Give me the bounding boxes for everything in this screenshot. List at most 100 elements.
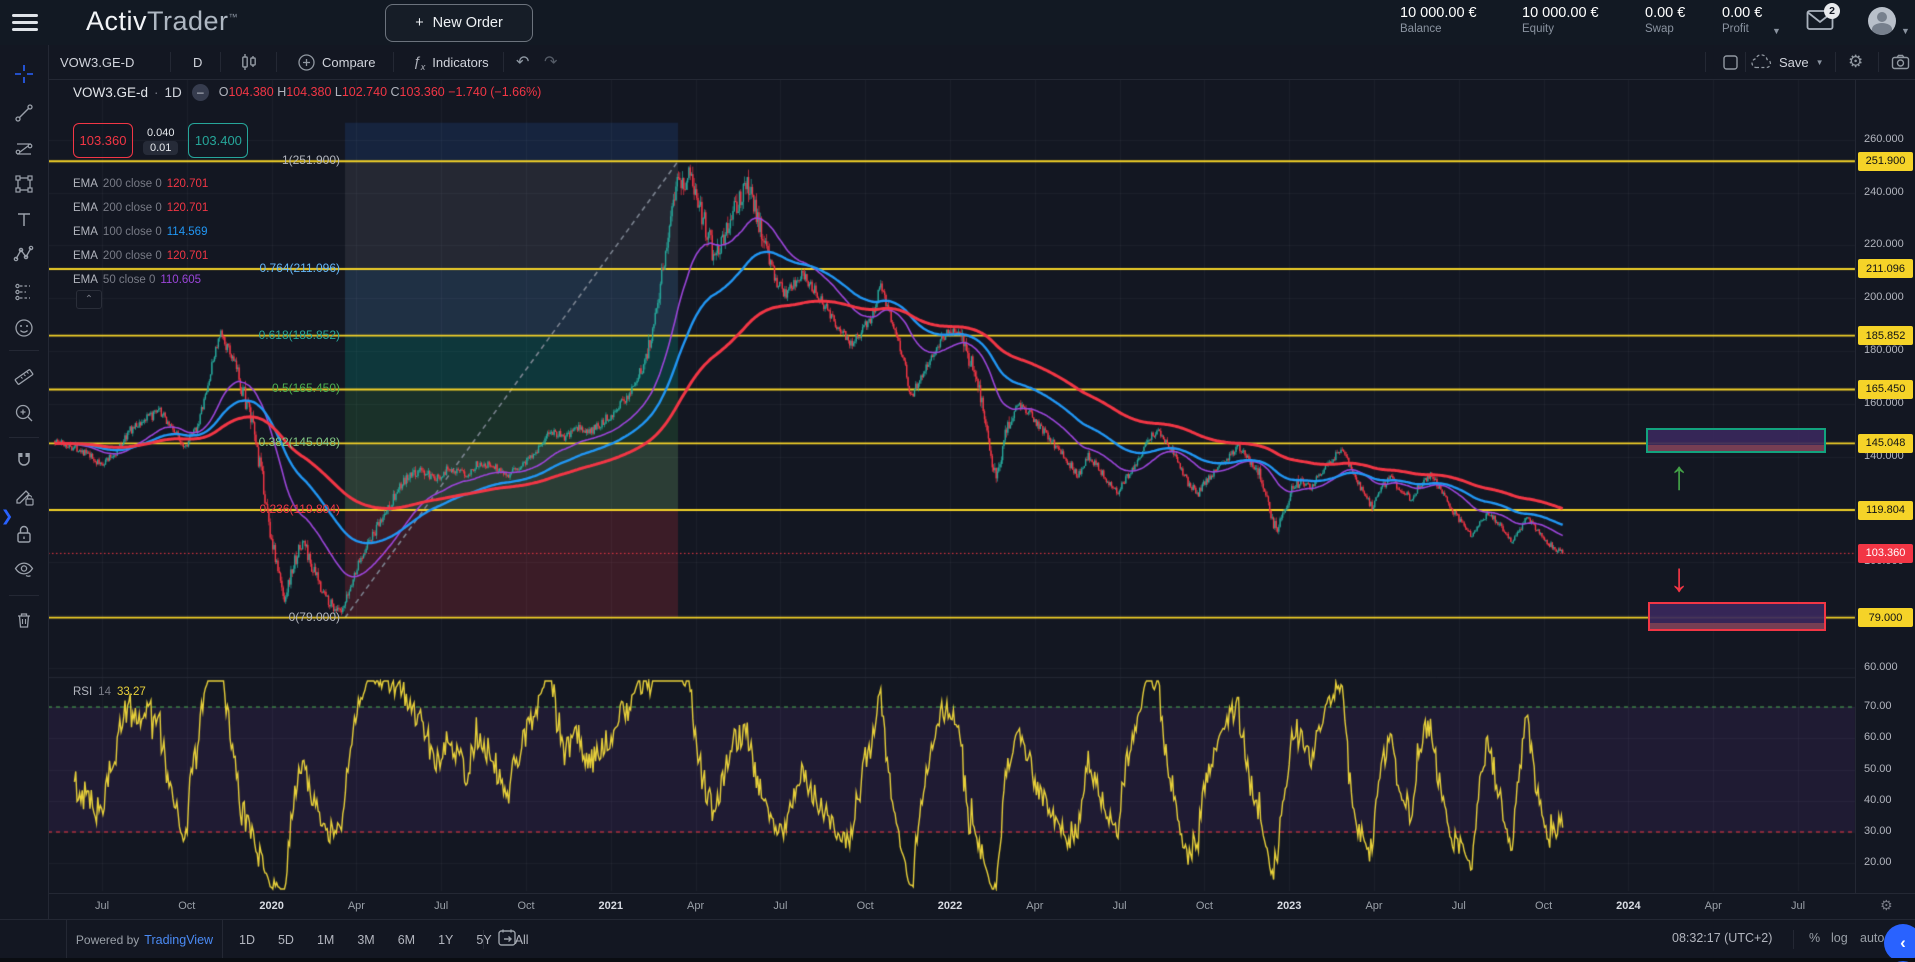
range-button-6m[interactable]: 6M bbox=[391, 930, 422, 950]
left-tool-fib-retracement-tool[interactable] bbox=[9, 134, 39, 164]
stat-label: Profit bbox=[1722, 22, 1762, 36]
remove-drawings-tool-icon bbox=[13, 609, 35, 631]
indicator-value: 120.701 bbox=[167, 202, 209, 214]
avatar[interactable] bbox=[1868, 7, 1896, 35]
interval-button[interactable]: D bbox=[193, 45, 202, 79]
candlestick-chart[interactable] bbox=[0, 0, 1915, 961]
chart-style-button[interactable] bbox=[240, 45, 258, 79]
forecast-tool-icon bbox=[13, 281, 35, 303]
range-button-5y[interactable]: 5Y bbox=[469, 930, 498, 950]
range-button-1y[interactable]: 1Y bbox=[431, 930, 460, 950]
stat-label: Balance bbox=[1400, 22, 1477, 36]
range-button-3m[interactable]: 3M bbox=[350, 930, 381, 950]
legend-interval[interactable]: 1D bbox=[165, 85, 182, 100]
chart-settings-button[interactable]: ⚙ bbox=[1848, 45, 1863, 79]
long-zone-inner-strip bbox=[1648, 445, 1824, 451]
fib-price-badge: 251.900 bbox=[1858, 152, 1913, 171]
rsi-period: 14 bbox=[98, 686, 111, 698]
indicator-row[interactable]: EMA200 close 0120.701 bbox=[73, 244, 208, 268]
ohlc-key: O bbox=[219, 85, 229, 99]
stat-profit: 0.00 €Profit bbox=[1722, 4, 1762, 37]
powered-by-box: Powered by TradingView bbox=[66, 920, 223, 959]
indicator-value: 114.569 bbox=[167, 226, 208, 238]
legend-collapse-button[interactable]: ⌃ bbox=[76, 290, 102, 309]
redo-button[interactable]: ↷ bbox=[544, 45, 557, 79]
indicator-row[interactable]: EMA50 close 0110.605 bbox=[73, 268, 208, 292]
fullscreen-button[interactable] bbox=[1722, 45, 1739, 79]
bottom-toolbar: Powered by TradingView 1D5D1M3M6M1Y5YAll… bbox=[0, 919, 1915, 959]
rsi-tick-label: 70.00 bbox=[1864, 700, 1892, 712]
rsi-tick-label: 50.00 bbox=[1864, 763, 1892, 775]
time-label: Jul bbox=[434, 900, 448, 912]
legend-symbol[interactable]: VOW3.GE-d bbox=[73, 85, 148, 100]
range-button-5d[interactable]: 5D bbox=[271, 930, 301, 950]
spread-info: 0.040 0.01 bbox=[143, 127, 178, 155]
time-label: Oct bbox=[857, 900, 874, 912]
stat-label: Swap bbox=[1645, 22, 1685, 36]
long-zone-rectangle[interactable] bbox=[1646, 428, 1826, 453]
hamburger-menu-icon[interactable] bbox=[12, 14, 38, 31]
left-tool-crosshair-tool[interactable] bbox=[9, 59, 39, 89]
platform-panel-expander-button[interactable]: ‹ bbox=[1884, 924, 1915, 962]
legend-collapse-circle-button[interactable]: – bbox=[192, 84, 209, 101]
save-button[interactable]: Save ▼ bbox=[1750, 45, 1824, 79]
spread-points: 0.040 bbox=[147, 127, 175, 139]
watchlist-expander-chevron[interactable]: ❯ bbox=[0, 503, 14, 531]
indicator-row[interactable]: EMA200 close 0120.701 bbox=[73, 172, 208, 196]
left-tool-remove-drawings-tool[interactable] bbox=[9, 605, 39, 635]
left-tool-emoji-tool[interactable] bbox=[9, 313, 39, 343]
time-label: Apr bbox=[687, 900, 704, 912]
undo-button[interactable]: ↶ bbox=[516, 45, 529, 79]
fib-price-badge: 165.450 bbox=[1858, 380, 1913, 399]
price-tick-label: 240.000 bbox=[1864, 186, 1904, 198]
left-tool-text-tool[interactable] bbox=[9, 205, 39, 235]
indicator-legend-rows: EMA200 close 0120.701EMA200 close 0120.7… bbox=[73, 172, 208, 292]
time-axis[interactable]: ⚙ JulOct2020AprJulOct2021AprJulOct2022Ap… bbox=[48, 893, 1915, 920]
sell-bid-button[interactable]: 103.360 bbox=[73, 123, 133, 158]
time-label: Oct bbox=[178, 900, 195, 912]
up-arrow-drawing[interactable]: ↑ bbox=[1669, 456, 1689, 496]
avatar-caret-icon[interactable]: ▼ bbox=[1901, 26, 1910, 36]
left-tool-hide-all-tool[interactable] bbox=[9, 554, 39, 584]
time-label: 2022 bbox=[938, 900, 962, 912]
range-button-1d[interactable]: 1D bbox=[232, 930, 262, 950]
left-tool-pattern-tool[interactable] bbox=[9, 239, 39, 269]
screenshot-button[interactable] bbox=[1891, 45, 1910, 79]
percent-scale-button[interactable]: % bbox=[1809, 931, 1820, 945]
measure-tool-icon bbox=[13, 365, 35, 387]
tradingview-link[interactable]: TradingView bbox=[144, 933, 213, 947]
session-clock[interactable]: 08:32:17 (UTC+2) bbox=[1672, 931, 1772, 945]
indicator-row[interactable]: EMA100 close 0114.569 bbox=[73, 220, 208, 244]
save-caret-icon: ▼ bbox=[1816, 58, 1824, 67]
left-tool-forecast-tool[interactable] bbox=[9, 277, 39, 307]
price-tick-label: 220.000 bbox=[1864, 238, 1904, 250]
range-button-1m[interactable]: 1M bbox=[310, 930, 341, 950]
time-label: Oct bbox=[1196, 900, 1213, 912]
auto-scale-button[interactable]: auto bbox=[1860, 931, 1884, 945]
compare-button[interactable]: Compare bbox=[298, 45, 375, 79]
price-tick-label: 260.000 bbox=[1864, 133, 1904, 145]
stat-balance: 10 000.00 €Balance bbox=[1400, 4, 1477, 37]
left-tool-zoom-in-tool[interactable] bbox=[9, 398, 39, 428]
left-tool-trendline-tool[interactable] bbox=[9, 98, 39, 128]
stat-value: 10 000.00 € bbox=[1522, 4, 1599, 22]
indicator-row[interactable]: EMA200 close 0120.701 bbox=[73, 196, 208, 220]
go-to-date-button[interactable] bbox=[497, 928, 518, 951]
indicators-button[interactable]: ƒx Indicators bbox=[413, 45, 489, 79]
left-tool-magnet-tool[interactable] bbox=[9, 445, 39, 475]
log-scale-button[interactable]: log bbox=[1831, 931, 1848, 945]
short-zone-rectangle[interactable] bbox=[1648, 602, 1826, 631]
symbol-button[interactable]: VOW3.GE-D bbox=[60, 45, 134, 79]
price-axis[interactable]: 260.000240.000220.000200.000180.000160.0… bbox=[1855, 79, 1915, 919]
rsi-name: RSI bbox=[73, 686, 92, 698]
axis-settings-icon[interactable]: ⚙ bbox=[1880, 897, 1893, 914]
ohlc-key: H bbox=[277, 85, 286, 99]
time-label: Apr bbox=[1026, 900, 1043, 912]
toolbar-separator bbox=[9, 350, 39, 351]
buy-ask-button[interactable]: 103.400 bbox=[188, 123, 248, 158]
left-tool-measure-tool[interactable] bbox=[9, 361, 39, 391]
new-order-button[interactable]: + New Order bbox=[385, 4, 533, 42]
left-tool-shapes-tool[interactable] bbox=[9, 169, 39, 199]
down-arrow-drawing[interactable]: ↓ bbox=[1669, 558, 1689, 598]
stats-caret-icon[interactable]: ▼ bbox=[1772, 26, 1781, 36]
